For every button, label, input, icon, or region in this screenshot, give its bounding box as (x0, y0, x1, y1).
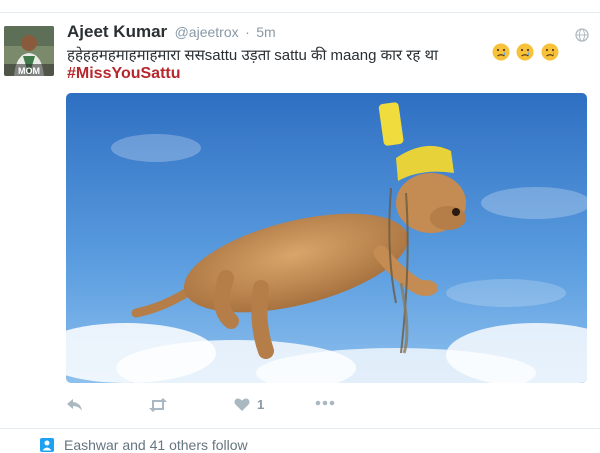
like-count: 1 (257, 397, 265, 412)
top-divider (0, 12, 600, 13)
crying-face-icon (516, 43, 534, 61)
bottom-divider (0, 428, 600, 429)
retweet-icon (149, 398, 167, 412)
reply-button[interactable] (66, 397, 84, 413)
reply-icon (67, 399, 82, 411)
emoji-group (492, 43, 561, 61)
tweet-header: Ajeet Kumar @ajeetrox · 5m (67, 22, 276, 42)
author-handle[interactable]: @ajeetrox (175, 24, 239, 40)
follow-text: Eashwar and 41 others follow (64, 437, 248, 453)
timestamp[interactable]: 5m (256, 24, 275, 40)
heart-icon (234, 398, 250, 411)
author-name[interactable]: Ajeet Kumar (67, 22, 167, 41)
like-button[interactable]: 1 (234, 397, 264, 412)
globe-icon (575, 28, 589, 42)
retweet-button[interactable] (148, 397, 168, 413)
follow-context[interactable]: Eashwar and 41 others follow (40, 437, 248, 453)
avatar[interactable]: MOM (4, 26, 54, 76)
separator-dot: · (245, 24, 250, 40)
hashtag-link[interactable]: #MissYouSattu (67, 65, 181, 83)
tweet-media-image[interactable] (66, 93, 587, 383)
more-icon (315, 400, 335, 406)
crying-face-icon (492, 43, 510, 61)
more-button[interactable] (315, 400, 335, 406)
tweet-text: हहेहहमहमाहमाहमारा ससsattu उड़ता sattu की… (67, 47, 439, 64)
avatar-badge: MOM (18, 66, 40, 76)
crying-face-icon (541, 43, 559, 61)
tweet-actions: 1 (66, 397, 366, 417)
